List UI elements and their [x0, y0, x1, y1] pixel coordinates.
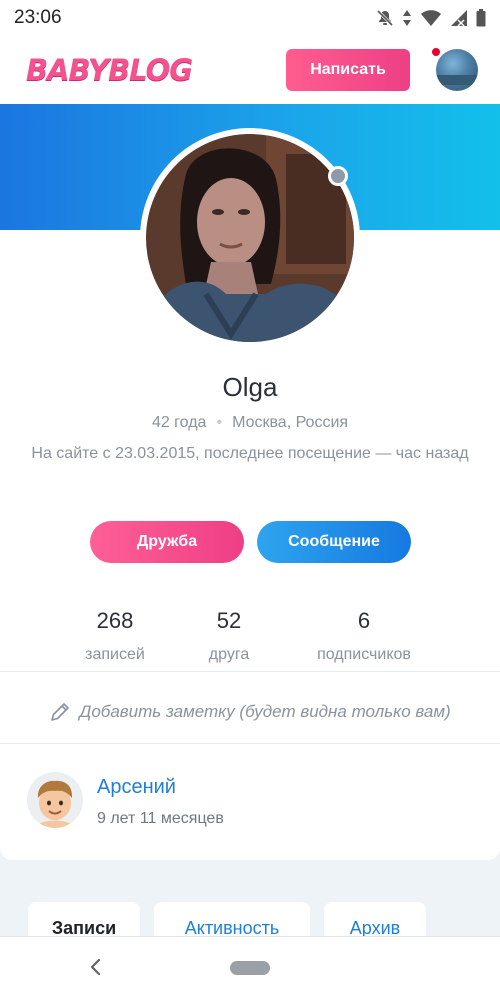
- battery-icon: [476, 9, 486, 27]
- mute-icon: [376, 9, 394, 27]
- meta-separator: •: [216, 414, 223, 431]
- status-time: 23:06: [14, 7, 62, 28]
- add-note-label: Добавить заметку (будет видна только вам…: [79, 702, 451, 721]
- status-icons: [376, 9, 486, 27]
- app-header: BABYBLOG Написать: [0, 36, 500, 104]
- profile-card: Olga 42 года • Москва, Россия На сайте с 2…: [0, 104, 500, 860]
- notification-dot: [430, 46, 442, 58]
- tab-archive[interactable]: Архив: [324, 902, 426, 938]
- stat-friends[interactable]: 52 друга: [159, 608, 299, 664]
- profile-photo: [146, 134, 354, 342]
- user-avatar[interactable]: [436, 49, 478, 91]
- system-nav-bar: [0, 936, 500, 1000]
- profile-stats: 268 записей 52 друга 6 подписчиков: [0, 608, 500, 672]
- status-bar: 23:06: [0, 0, 500, 36]
- stat-followers[interactable]: 6 подписчиков: [294, 608, 434, 664]
- wifi-icon: [421, 10, 441, 26]
- profile-age: 42 года: [151, 414, 207, 431]
- profile-location: Москва, Россия: [232, 414, 349, 431]
- child-avatar: [27, 772, 83, 828]
- tab-posts[interactable]: Записи: [28, 902, 140, 938]
- pencil-icon: [51, 703, 70, 721]
- data-transfer-icon: [403, 10, 411, 26]
- write-button[interactable]: Написать: [286, 49, 410, 91]
- profile-last-seen: На сайте с 23.03.2015, последнее посещен…: [31, 445, 469, 462]
- online-status-dot: [328, 166, 348, 186]
- add-note-button[interactable]: Добавить заметку (будет видна только вам…: [0, 682, 500, 742]
- profile-tabs: Записи Активность Архив: [0, 902, 500, 938]
- home-pill[interactable]: [230, 961, 270, 975]
- profile-name: Olga: [222, 372, 278, 402]
- tab-activity[interactable]: Активность: [154, 902, 310, 938]
- friend-button[interactable]: Дружба: [90, 521, 244, 563]
- stat-value: 52: [216, 608, 242, 633]
- cellular-signal-icon: [451, 10, 467, 27]
- child-name[interactable]: Арсений: [97, 776, 176, 799]
- profile-meta: 42 года • Москва, Россия: [0, 414, 500, 432]
- stat-value: 6: [357, 608, 371, 633]
- babyblog-logo[interactable]: BABYBLOG: [26, 53, 193, 87]
- divider: [0, 671, 500, 672]
- stat-label: подписчиков: [317, 646, 411, 663]
- child-item[interactable]: Арсений 9 лет 11 месяцев: [0, 744, 500, 860]
- message-button[interactable]: Сообщение: [257, 521, 411, 563]
- profile-avatar[interactable]: [140, 128, 360, 348]
- back-icon[interactable]: [88, 957, 104, 977]
- child-age: 9 лет 11 месяцев: [97, 810, 224, 827]
- stat-label: друга: [208, 646, 250, 663]
